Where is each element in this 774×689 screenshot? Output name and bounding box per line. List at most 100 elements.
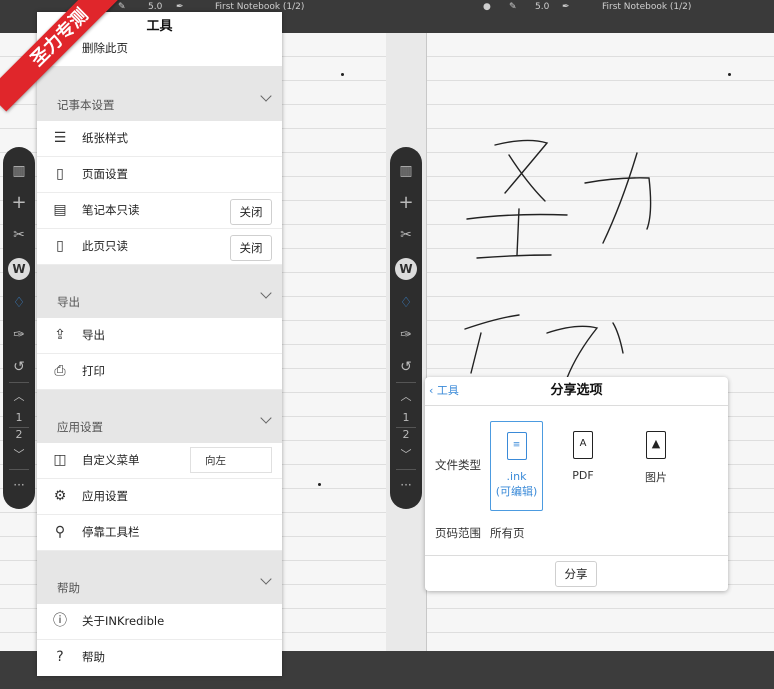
paper-lines-icon: ☰	[53, 130, 67, 146]
dialog-header: 分享选项 ‹ 工具	[425, 377, 728, 406]
notebook-readonly-toggle[interactable]: 关闭	[230, 199, 272, 225]
notebook-icon: ≡	[506, 432, 527, 460]
floating-toolbar-left: ▥ + ✂ W ♢ ✑ ↺ ︿ 1 2 ﹀ ···	[3, 147, 35, 509]
pen-dot-icon[interactable]: ●	[483, 2, 491, 12]
section-notebook-settings[interactable]: 记事本设置	[37, 66, 282, 121]
menu-item-label: 此页只读	[82, 239, 128, 253]
add-icon[interactable]: +	[3, 191, 35, 215]
export-item[interactable]: ⇪ 导出	[37, 318, 282, 354]
app-settings-item[interactable]: ⚙ 应用设置	[37, 479, 282, 515]
page-down-icon[interactable]: ﹀	[3, 443, 35, 467]
custom-menu-select[interactable]: 向左	[190, 447, 272, 473]
chevron-down-icon[interactable]	[260, 573, 272, 585]
pen-badge-icon[interactable]: W	[395, 258, 417, 280]
file-type-image[interactable]: ▲ 图片	[630, 421, 682, 507]
section-title: 帮助	[57, 581, 80, 595]
page-gear-icon: ▯	[56, 166, 64, 182]
scissors-icon[interactable]: ✂	[3, 223, 35, 247]
add-icon[interactable]: +	[390, 191, 422, 215]
paper-style-item[interactable]: ☰ 纸张样式	[37, 121, 282, 157]
option-label: .ink	[506, 470, 527, 483]
page-setup-item[interactable]: ▯ 页面设置	[37, 157, 282, 193]
menu-item-label: 页面设置	[82, 167, 128, 181]
fountain-pen-icon[interactable]: ♢	[390, 291, 422, 315]
ink-dot	[318, 483, 321, 486]
share-button[interactable]: 分享	[555, 561, 597, 587]
highlighter-icon[interactable]: ✒	[562, 2, 570, 12]
dock-toolbar-item[interactable]: ⚲ 停靠工具栏	[37, 515, 282, 551]
undo-icon[interactable]: ↺	[390, 355, 422, 379]
chevron-down-icon[interactable]	[260, 90, 272, 102]
print-item[interactable]: ⎙ 打印	[37, 354, 282, 390]
menu-item-label: 帮助	[82, 650, 105, 664]
page-down-icon[interactable]: ﹀	[390, 443, 422, 467]
pen-icon[interactable]: ✎	[509, 2, 517, 12]
chevron-down-icon[interactable]	[260, 287, 272, 299]
file-type-label: 文件类型	[435, 458, 481, 472]
fountain-pen-icon[interactable]: ♢	[3, 291, 35, 315]
menu-item-label: 导出	[82, 328, 105, 342]
option-sublabel: (可编辑)	[495, 485, 538, 498]
menu-item-label: 打印	[82, 364, 105, 378]
library-icon[interactable]: ▥	[3, 159, 35, 183]
help-icon: ?	[56, 649, 64, 665]
file-type-pdf[interactable]: A PDF	[557, 421, 609, 507]
page-readonly-item: ▯ 此页只读 关闭	[37, 229, 282, 265]
menu-item-label: 自定义菜单	[82, 453, 140, 467]
dialog-footer-divider	[425, 555, 728, 556]
total-pages: 2	[15, 428, 23, 441]
share-up-icon: ⇪	[54, 327, 66, 343]
top-bar-right: ● ✎ 5.0 ✒ First Notebook (1/2)	[386, 0, 774, 33]
highlighter-icon[interactable]: ✒	[176, 2, 184, 12]
toolbar-separator	[396, 382, 416, 383]
pin-icon: ⚲	[54, 524, 66, 540]
menu-item-label: 笔记本只读	[82, 203, 140, 217]
printer-icon: ⎙	[54, 363, 66, 379]
menu-item-label: 纸张样式	[82, 131, 128, 145]
back-button[interactable]: ‹ 工具	[429, 377, 459, 405]
scissors-icon[interactable]: ✂	[390, 223, 422, 247]
total-pages: 2	[402, 428, 410, 441]
page-range-value[interactable]: 所有页	[490, 525, 525, 541]
ink-dot	[728, 73, 731, 76]
highlighter-tool-icon[interactable]: ✑	[390, 323, 422, 347]
page-lock-icon: ▯	[56, 238, 64, 254]
share-options-dialog: 分享选项 ‹ 工具 文件类型 ≡ .ink (可编辑) A PDF ▲ 图片 页…	[425, 377, 728, 591]
option-label: 图片	[645, 471, 667, 484]
undo-icon[interactable]: ↺	[3, 355, 35, 379]
about-item[interactable]: ⓘ 关于INKredible	[37, 604, 282, 640]
page-up-icon[interactable]: ︿	[390, 385, 422, 409]
toolbar-separator	[9, 382, 29, 383]
pen-badge-icon[interactable]: W	[8, 258, 30, 280]
menu-item-label: 应用设置	[82, 489, 128, 503]
pen-size: 5.0	[148, 2, 163, 12]
page-readonly-toggle[interactable]: 关闭	[230, 235, 272, 261]
highlighter-tool-icon[interactable]: ✑	[3, 323, 35, 347]
library-icon[interactable]: ▥	[390, 159, 422, 183]
more-icon[interactable]: ···	[3, 473, 35, 497]
chevron-down-icon[interactable]	[260, 412, 272, 424]
page-range-label: 页码范围	[435, 526, 481, 540]
file-type-ink[interactable]: ≡ .ink (可编辑)	[490, 421, 543, 511]
tools-menu: ‹ 删除此页 工具 记事本设置 ☰ 纸张样式 ▯ 页面设置 ▤ 笔记本只读 关闭…	[37, 12, 282, 676]
current-page: 1	[402, 411, 410, 424]
notebook-lock-icon: ▤	[53, 202, 67, 218]
current-page: 1	[15, 411, 23, 424]
more-icon[interactable]: ···	[390, 473, 422, 497]
help-item[interactable]: ? 帮助	[37, 640, 282, 675]
custom-menu-item: ◫ 自定义菜单 向左	[37, 443, 282, 479]
notebook-title: First Notebook (1/2)	[602, 2, 692, 12]
pen-icon[interactable]: ✎	[118, 2, 126, 12]
section-title: 导出	[57, 295, 80, 309]
section-app-settings[interactable]: 应用设置	[37, 390, 282, 443]
section-help[interactable]: 帮助	[37, 551, 282, 604]
pdf-icon: A	[573, 431, 593, 459]
option-label: PDF	[572, 469, 594, 482]
notebook-readonly-item: ▤ 笔记本只读 关闭	[37, 193, 282, 229]
section-export[interactable]: 导出	[37, 265, 282, 318]
custom-menu-icon: ◫	[53, 452, 67, 468]
image-icon: ▲	[646, 431, 666, 459]
page-up-icon[interactable]: ︿	[3, 385, 35, 409]
floating-toolbar-right: ▥ + ✂ W ♢ ✑ ↺ ︿ 1 2 ﹀ ···	[390, 147, 422, 509]
pen-size: 5.0	[535, 2, 550, 12]
